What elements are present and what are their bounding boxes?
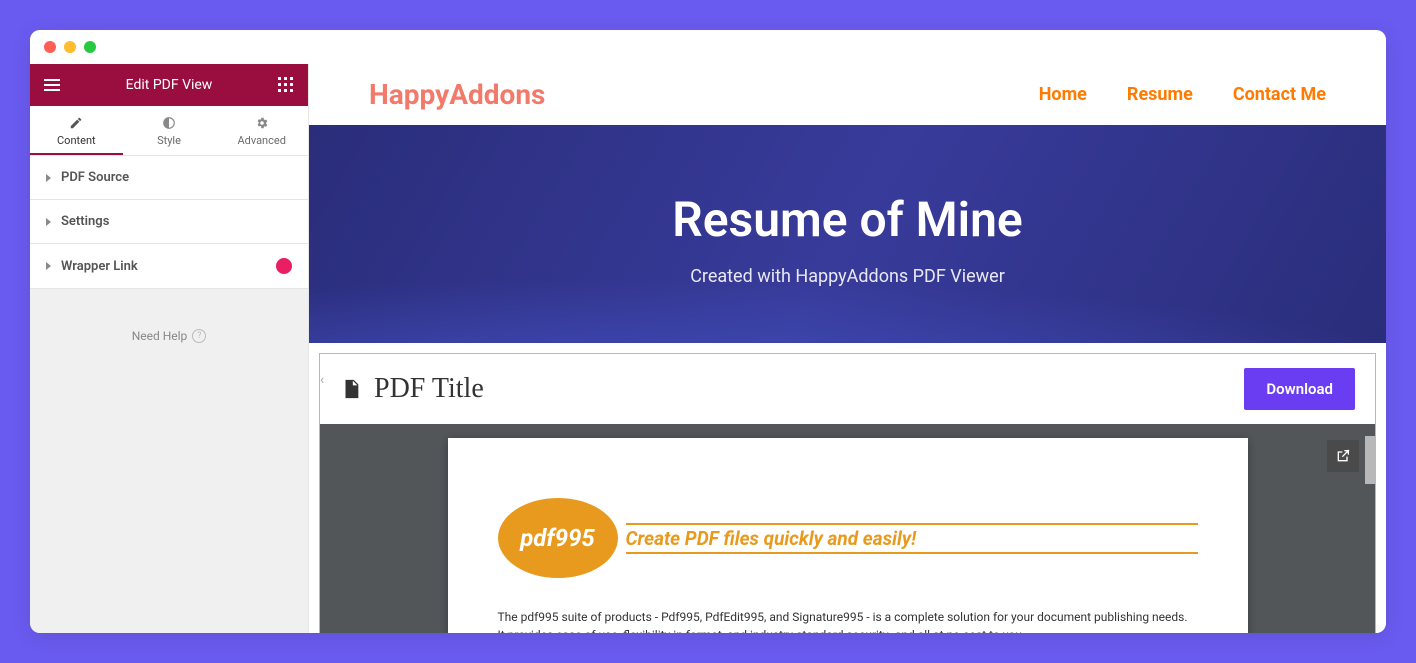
site-nav: Home Resume Contact Me (1039, 84, 1326, 105)
panel-label: Settings (61, 214, 109, 229)
question-icon: ? (192, 329, 206, 343)
sidebar-title: Edit PDF View (126, 77, 213, 93)
scrollbar-thumb[interactable] (1365, 436, 1375, 484)
pdf-body-text: The pdf995 suite of products - Pdf995, P… (498, 608, 1198, 633)
nav-resume[interactable]: Resume (1127, 84, 1193, 105)
tab-content[interactable]: Content (30, 106, 123, 155)
pdf-viewer: pdf995 Create PDF files quickly and easi… (320, 424, 1375, 633)
hero-subtitle: Created with HappyAddons PDF Viewer (690, 266, 1005, 287)
panel-label: PDF Source (61, 170, 129, 185)
preview-area: HappyAddons Home Resume Contact Me Resum… (309, 64, 1386, 633)
editor-tabs: Content Style Advanced (30, 106, 308, 156)
pdf-tagline: Create PDF files quickly and easily! (626, 523, 1198, 554)
tab-label: Content (57, 134, 96, 147)
tab-style[interactable]: Style (123, 106, 216, 155)
need-help-link[interactable]: Need Help ? (30, 289, 308, 383)
popout-icon[interactable] (1327, 440, 1359, 472)
widgets-grid-icon[interactable] (278, 77, 294, 93)
pencil-icon (69, 116, 83, 130)
caret-right-icon (46, 218, 51, 226)
pro-badge-icon (276, 258, 292, 274)
minimize-window-button[interactable] (64, 41, 76, 53)
gear-icon (255, 116, 269, 130)
pdf-logo-row: pdf995 Create PDF files quickly and easi… (498, 498, 1198, 578)
pdf-file-icon (340, 376, 362, 402)
panel-label: Wrapper Link (61, 259, 138, 274)
pdf-widget-header: PDF Title Download (320, 354, 1375, 424)
tab-label: Advanced (237, 134, 285, 147)
sidebar-header: Edit PDF View (30, 64, 308, 106)
app-window: Edit PDF View Content Style Advanced (30, 30, 1386, 633)
maximize-window-button[interactable] (84, 41, 96, 53)
hamburger-menu-icon[interactable] (44, 79, 60, 91)
help-label: Need Help (132, 329, 188, 343)
chevron-left-icon[interactable]: ‹ (320, 372, 324, 388)
tab-advanced[interactable]: Advanced (215, 106, 308, 155)
caret-right-icon (46, 174, 51, 182)
pdf-page: pdf995 Create PDF files quickly and easi… (448, 438, 1248, 633)
panel-list: PDF Source Settings Wrapper Link (30, 156, 308, 289)
hero-title: Resume of Mine (672, 191, 1023, 248)
panel-pdf-source[interactable]: PDF Source (30, 156, 308, 200)
editor-sidebar: Edit PDF View Content Style Advanced (30, 64, 309, 633)
caret-right-icon (46, 262, 51, 270)
tab-label: Style (157, 134, 181, 147)
download-button[interactable]: Download (1244, 368, 1355, 410)
close-window-button[interactable] (44, 41, 56, 53)
titlebar (30, 30, 1386, 64)
workspace: Edit PDF View Content Style Advanced (30, 64, 1386, 633)
nav-contact[interactable]: Contact Me (1233, 84, 1326, 105)
site-brand: HappyAddons (369, 78, 545, 111)
site-header: HappyAddons Home Resume Contact Me (309, 64, 1386, 125)
hero-section: Resume of Mine Created with HappyAddons … (309, 125, 1386, 343)
nav-home[interactable]: Home (1039, 84, 1087, 105)
pdf-widget[interactable]: ‹ PDF Title Download pdf995 (319, 353, 1376, 633)
panel-wrapper-link[interactable]: Wrapper Link (30, 244, 308, 289)
panel-settings[interactable]: Settings (30, 200, 308, 244)
pdf995-logo: pdf995 (498, 498, 618, 578)
pdf-title: PDF Title (374, 373, 484, 405)
contrast-icon (162, 116, 176, 130)
